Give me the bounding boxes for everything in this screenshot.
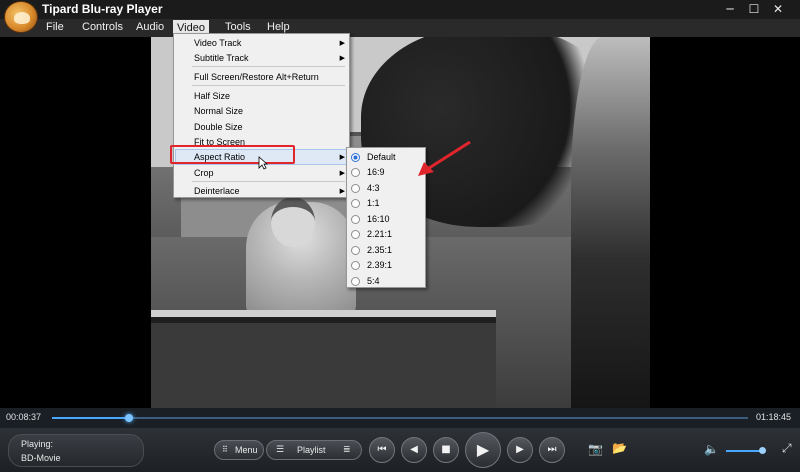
menu-item-subtitle-track[interactable]: Subtitle Track <box>194 53 249 63</box>
status-label: Playing: <box>21 439 54 449</box>
aspect-ratio-submenu: Default 16:9 4:3 1:1 16:10 2.21:1 2.35:1… <box>346 147 426 288</box>
aspect-option-5-4[interactable]: 5:4 <box>367 276 380 286</box>
previous-button[interactable]: ⏮ <box>369 437 395 463</box>
radio-icon[interactable] <box>351 153 360 162</box>
menu-help[interactable]: Help <box>267 21 290 33</box>
video-boy <box>571 37 650 408</box>
volume-knob[interactable] <box>759 447 766 454</box>
menu-file[interactable]: File <box>46 21 64 33</box>
playlist-button-label: Playlist <box>297 445 326 455</box>
menu-item-fullscreen[interactable]: Full Screen/Restore <box>194 72 274 82</box>
playlist-toggle-icon[interactable]: ≣ <box>343 445 351 455</box>
aspect-option-4-3[interactable]: 4:3 <box>367 183 380 193</box>
volume-fill <box>726 450 762 452</box>
forward-button[interactable]: ▶ <box>507 437 533 463</box>
total-time: 01:18:45 <box>756 412 792 422</box>
submenu-arrow-icon: ▶ <box>339 188 345 195</box>
radio-icon[interactable] <box>351 199 360 208</box>
submenu-arrow-icon: ▶ <box>339 40 345 47</box>
menu-audio[interactable]: Audio <box>136 21 164 33</box>
menu-bar: File Controls Audio Video Tools Help <box>0 19 800 37</box>
radio-icon[interactable] <box>351 168 360 177</box>
menu-item-fullscreen-shortcut: Alt+Return <box>276 72 319 82</box>
status-title: BD-Movie <box>21 453 61 463</box>
control-bar: Playing: BD-Movie ⠿ Menu ☰ Playlist ≣ ⏮ … <box>0 428 800 472</box>
menu-item-double-size[interactable]: Double Size <box>194 122 243 132</box>
snapshot-icon[interactable]: 📷 <box>588 442 603 456</box>
menu-button-label: Menu <box>235 445 258 455</box>
grid-icon: ⠿ <box>222 445 228 454</box>
play-button[interactable]: ▶ <box>465 432 501 468</box>
minimize-button[interactable]: ─ <box>720 1 740 17</box>
menu-item-normal-size[interactable]: Normal Size <box>194 106 243 116</box>
annotation-arrow-icon <box>418 140 471 176</box>
mouse-cursor-icon <box>258 156 268 170</box>
radio-icon[interactable] <box>351 184 360 193</box>
menu-controls[interactable]: Controls <box>82 21 123 33</box>
aspect-option-2-35-1[interactable]: 2.35:1 <box>367 245 392 255</box>
seek-bar[interactable] <box>52 414 748 422</box>
submenu-arrow-icon: ▶ <box>339 170 345 177</box>
aspect-option-16-9[interactable]: 16:9 <box>367 167 385 177</box>
progress-row: 00:08:37 01:18:45 <box>0 408 800 428</box>
menu-separator <box>192 66 345 67</box>
playlist-button[interactable]: ☰ Playlist ≣ <box>266 440 362 460</box>
submenu-arrow-icon: ▶ <box>339 154 345 161</box>
app-logo-icon <box>4 1 38 33</box>
seek-bar-fill <box>52 417 129 419</box>
forward-icon: ▶ <box>516 444 524 455</box>
menu-tools[interactable]: Tools <box>225 21 251 33</box>
menu-item-half-size[interactable]: Half Size <box>194 91 230 101</box>
menu-separator <box>192 181 345 182</box>
title-bar: Tipard Blu-ray Player ─ ☐ ✕ <box>0 0 800 19</box>
aspect-option-default[interactable]: Default <box>367 152 396 162</box>
maximize-button[interactable]: ☐ <box>744 1 764 17</box>
stop-icon: ■ <box>441 444 451 455</box>
seek-bar-knob[interactable] <box>124 414 133 422</box>
aspect-option-2-39-1[interactable]: 2.39:1 <box>367 260 392 270</box>
radio-icon[interactable] <box>351 261 360 270</box>
annotation-highlight-box <box>170 145 295 164</box>
video-menu: Video Track ▶ Subtitle Track ▶ Full Scre… <box>173 33 350 198</box>
submenu-arrow-icon: ▶ <box>339 55 345 62</box>
fullscreen-icon[interactable]: ⤢ <box>782 441 792 456</box>
stop-prev-icon: ⏮ <box>377 444 387 455</box>
window-title: Tipard Blu-ray Player <box>42 2 163 16</box>
folder-icon[interactable]: 📂 <box>612 441 627 455</box>
video-girl-head <box>271 197 315 247</box>
menu-item-deinterlace[interactable]: Deinterlace <box>194 186 240 196</box>
status-panel: Playing: BD-Movie <box>8 434 144 467</box>
next-button[interactable]: ⏭ <box>539 437 565 463</box>
menu-separator <box>192 85 345 86</box>
stop-button[interactable]: ■ <box>433 437 459 463</box>
volume-slider[interactable] <box>726 447 766 454</box>
elapsed-time: 00:08:37 <box>6 412 42 422</box>
list-icon: ☰ <box>276 445 285 455</box>
rewind-icon: ◀ <box>410 444 418 455</box>
radio-icon[interactable] <box>351 230 360 239</box>
volume-icon[interactable]: 🔈 <box>704 442 719 456</box>
menu-button[interactable]: ⠿ Menu <box>214 440 264 460</box>
menu-item-video-track[interactable]: Video Track <box>194 38 241 48</box>
play-icon: ▶ <box>476 440 490 459</box>
menu-item-crop[interactable]: Crop <box>194 168 214 178</box>
radio-icon[interactable] <box>351 215 360 224</box>
radio-icon[interactable] <box>351 277 360 286</box>
aspect-option-16-10[interactable]: 16:10 <box>367 214 390 224</box>
aspect-option-1-1[interactable]: 1:1 <box>367 198 380 208</box>
close-button[interactable]: ✕ <box>768 1 788 17</box>
radio-icon[interactable] <box>351 246 360 255</box>
aspect-option-2-21-1[interactable]: 2.21:1 <box>367 229 392 239</box>
video-desk <box>151 317 496 408</box>
next-icon: ⏭ <box>547 444 557 455</box>
rewind-button[interactable]: ◀ <box>401 437 427 463</box>
